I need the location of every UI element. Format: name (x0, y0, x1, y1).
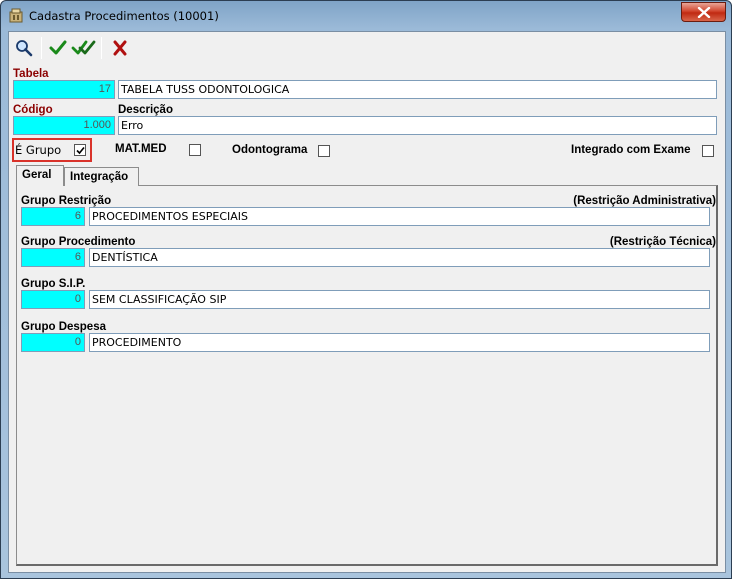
descricao-field[interactable]: Erro (118, 116, 717, 135)
grupo-despesa-label: Grupo Despesa (21, 321, 106, 333)
codigo-label: Código (13, 104, 53, 116)
grupo-procedimento-label: Grupo Procedimento (21, 236, 136, 248)
grupo-sip-name-field[interactable]: SEM CLASSIFICAÇÃO SIP (89, 290, 710, 309)
grupo-procedimento-name-field[interactable]: DENTÍSTICA (89, 248, 710, 267)
window-client: Tabela 17 TABELA TUSS ODONTOLOGICA Códig… (8, 31, 726, 573)
tabela-label: Tabela (13, 68, 49, 80)
window-title: Cadastra Procedimentos (10001) (29, 9, 219, 23)
restricao-administrativa-label: (Restrição Administrativa) (573, 195, 716, 207)
double-check-icon (71, 40, 96, 55)
tab-geral[interactable]: Geral (16, 165, 64, 186)
search-button[interactable] (13, 37, 35, 59)
close-button[interactable] (681, 2, 726, 22)
app-icon (8, 8, 24, 24)
tabela-name-field[interactable]: TABELA TUSS ODONTOLOGICA (118, 80, 717, 99)
check-icon (49, 40, 67, 55)
odontograma-label: Odontograma (232, 144, 308, 156)
tab-panel-geral: Grupo Restrição (Restrição Administrativ… (16, 185, 718, 566)
title-bar[interactable]: Cadastra Procedimentos (10001) (1, 1, 731, 31)
grupo-restricao-code-field[interactable]: 6 (21, 207, 85, 226)
toolbar (9, 32, 725, 62)
tabela-code-field[interactable]: 17 (13, 80, 115, 99)
toolbar-separator (41, 37, 42, 59)
cancel-button[interactable] (109, 37, 131, 59)
e-grupo-checkbox[interactable] (74, 144, 86, 156)
grupo-despesa-code-field[interactable]: 0 (21, 333, 85, 352)
grupo-despesa-name-field[interactable]: PROCEDIMENTO (89, 333, 710, 352)
tab-integracao[interactable]: Integração (64, 167, 139, 186)
x-icon (113, 40, 127, 56)
matmed-label: MAT.MED (115, 143, 167, 155)
app-window: Cadastra Procedimentos (10001) Tabela 17… (0, 0, 732, 579)
grupo-sip-code-field[interactable]: 0 (21, 290, 85, 309)
e-grupo-label: É Grupo (15, 143, 62, 157)
integrado-exame-checkbox[interactable] (702, 145, 714, 157)
magnifier-icon (16, 40, 33, 57)
codigo-field[interactable]: 1.000 (13, 116, 115, 135)
close-icon (697, 7, 711, 18)
grupo-restricao-label: Grupo Restrição (21, 195, 112, 207)
integrado-exame-label: Integrado com Exame (571, 144, 691, 156)
grupo-procedimento-code-field[interactable]: 6 (21, 248, 85, 267)
odontograma-checkbox[interactable] (318, 145, 330, 157)
checkmark-icon (76, 146, 85, 155)
toolbar-separator (101, 37, 102, 59)
confirm-button[interactable] (47, 37, 69, 59)
matmed-checkbox[interactable] (189, 144, 201, 156)
grupo-sip-label: Grupo S.I.P. (21, 278, 86, 290)
restricao-tecnica-label: (Restrição Técnica) (609, 236, 716, 248)
confirm-all-button[interactable] (71, 37, 96, 59)
descricao-label: Descrição (118, 104, 173, 116)
grupo-restricao-name-field[interactable]: PROCEDIMENTOS ESPECIAIS (89, 207, 710, 226)
